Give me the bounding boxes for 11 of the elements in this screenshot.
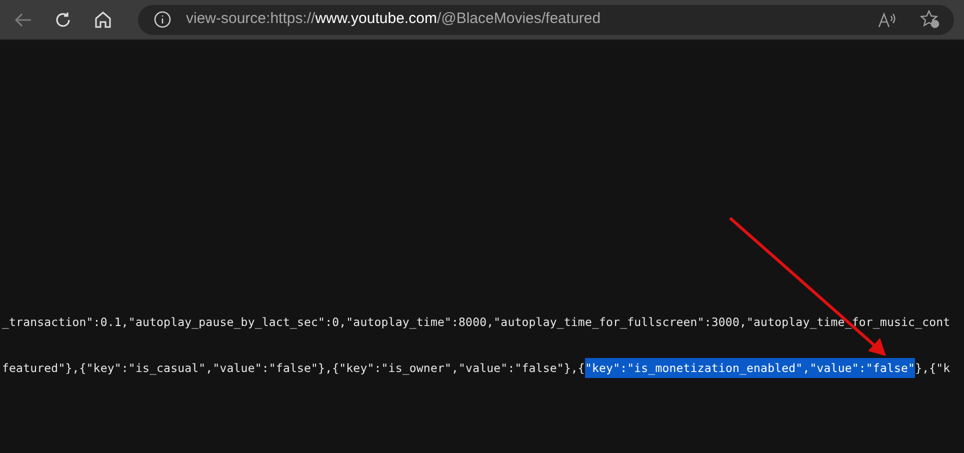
- refresh-icon[interactable]: [54, 10, 72, 28]
- read-aloud-icon[interactable]: [878, 12, 898, 28]
- home-icon[interactable]: [94, 11, 112, 28]
- info-icon[interactable]: [154, 11, 171, 28]
- favorite-add-icon[interactable]: [920, 10, 940, 29]
- code-text: featured"},{"key":"is_casual","value":"false"},{"key":"is_owner","value":"false"},{: [2, 360, 585, 377]
- code-text: },{"k: [915, 360, 950, 377]
- url-text: view-source:https://www.youtube.com/@BlaceMovies/featured: [186, 9, 601, 30]
- address-bar[interactable]: view-source:https://www.youtube.com/@BlaceMovies/featured: [138, 4, 954, 34]
- back-icon[interactable]: [14, 12, 32, 28]
- selected-code-text: "key":"is_monetization_enabled","value":"false": [584, 358, 916, 378]
